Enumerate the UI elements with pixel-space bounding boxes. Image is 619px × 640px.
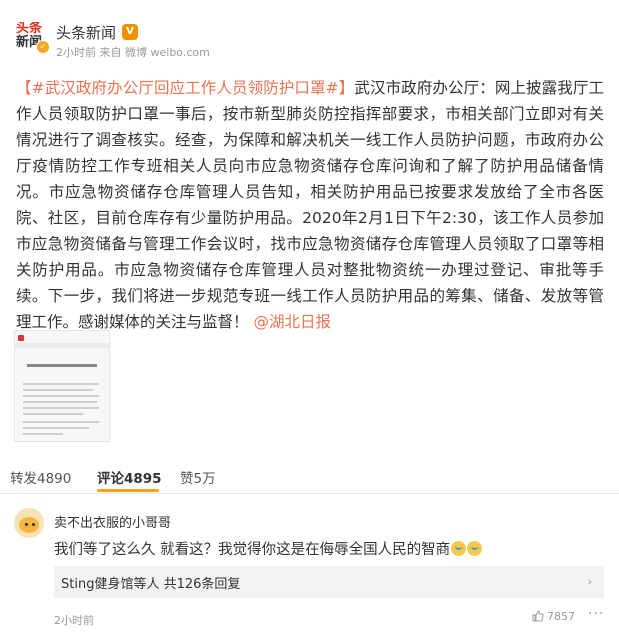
chevron-right-icon: › [587,575,592,588]
post-image-thumbnail[interactable] [14,330,110,442]
post-text: 【#武汉政府办公厅回应工作人员领防护口罩#】武汉市政府办公厅：网上披露我厅工作人… [16,75,604,335]
post-body: 武汉市政府办公厅：网上披露我厅工作人员领取防护口罩一事后，按市新型肺炎防控指挥部… [16,79,604,331]
document-text-line [23,389,93,391]
active-tab-indicator [97,489,159,492]
crying-emoji-icon [467,541,483,556]
comment-text: 我们等了这么久 就看这？我觉得你这是在侮辱全国人民的智商 [54,538,483,559]
crying-emoji-icon [451,541,467,556]
replies-box[interactable]: Sting健身馆等人 共126条回复 › [54,566,604,598]
author-name[interactable]: 头条新闻 [56,22,116,43]
document-text-line [23,395,99,397]
commenter-name[interactable]: 卖不出衣服的小哥哥 [54,512,171,531]
document-title-line [27,364,97,367]
thumb-up-icon [532,610,544,622]
post-meta: 2小时前 来自 微博 weibo.com [56,44,210,60]
document-text-line [23,401,97,403]
comment-item: 卖不出衣服的小哥哥 我们等了这么久 就看这？我觉得你这是在侮辱全国人民的智商 S… [0,500,619,640]
post-time: 2小时前 [56,46,96,59]
post-source[interactable]: 来自 微博 weibo.com [100,46,210,59]
document-text-line [23,383,99,385]
avatar-eye [25,523,28,526]
tab-repost[interactable]: 转发4890 [10,467,71,487]
document-text-line [23,421,99,423]
hashtag-link[interactable]: 【#武汉政府办公厅回应工作人员领防护口罩#】 [16,79,354,97]
mention-link[interactable]: @湖北日报 [253,313,331,331]
comment-time: 2小时前 [54,614,94,627]
action-tabs: 转发4890 评论4895 赞5万 [0,459,619,494]
avatar-text-top: 头条 [16,22,43,36]
avatar-eye [32,523,35,526]
document-logo [18,335,24,341]
document-nav-bar [15,343,109,348]
post-header: 头条 新闻 ✓ 头条新闻 V 2小时前 来自 微博 weibo.com [0,0,619,72]
comment-like-count: 7857 [547,610,575,623]
tab-comments[interactable]: 评论4895 [97,467,162,487]
commenter-avatar[interactable] [14,508,44,538]
tab-likes[interactable]: 赞5万 [180,467,216,487]
comment-like-button[interactable]: 7857 [532,610,575,623]
replies-summary: Sting健身馆等人 共126条回复 [61,577,241,592]
document-text-line [23,427,89,429]
member-icon[interactable]: V [122,24,138,40]
document-text-line [23,433,63,435]
document-text-line [23,413,83,415]
comment-body: 我们等了这么久 就看这？我觉得你这是在侮辱全国人民的智商 [54,542,451,558]
verified-icon: ✓ [36,40,50,54]
document-text-line [23,407,99,409]
avatar-face [19,517,39,533]
more-icon[interactable]: ··· [588,606,604,622]
